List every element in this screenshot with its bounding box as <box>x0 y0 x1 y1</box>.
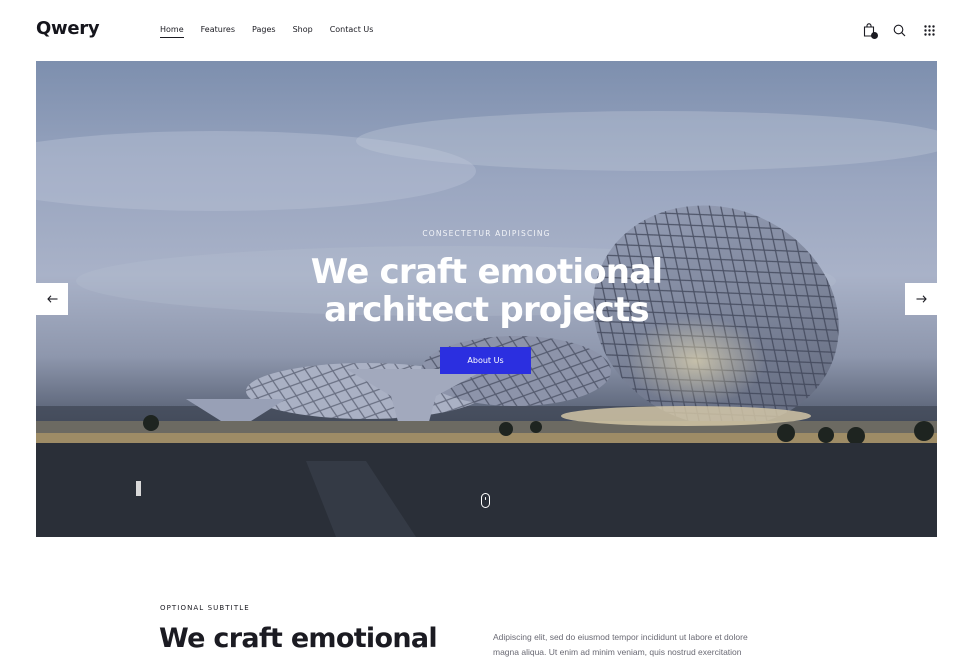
hero-slider: CONSECTETUR ADIPISCING We craft emotiona… <box>36 61 937 537</box>
nav-item-features[interactable]: Features <box>201 25 235 38</box>
slider-prev-button[interactable] <box>36 283 68 315</box>
main-nav: Home Features Pages Shop Contact Us <box>160 25 390 38</box>
hero-title-line-1: We craft emotional <box>310 252 663 292</box>
header-actions <box>861 22 937 39</box>
nav-item-pages[interactable]: Pages <box>252 25 276 38</box>
cart-icon[interactable] <box>861 22 878 39</box>
arrow-left-icon <box>46 295 57 303</box>
search-icon[interactable] <box>891 22 907 38</box>
logo[interactable]: Qwery <box>36 18 100 39</box>
slider-next-button[interactable] <box>905 283 937 315</box>
about-us-button[interactable]: About Us <box>440 347 531 374</box>
hero-title: We craft emotional architect projects <box>36 253 937 329</box>
section-description: Adipiscing elit, sed do eiusmod tempor i… <box>493 632 748 657</box>
site-header: Qwery Home Features Pages Shop Contact U… <box>0 0 972 61</box>
nav-item-home[interactable]: Home <box>160 25 184 38</box>
section-title: We craft emotional <box>159 623 438 654</box>
hero-overline: CONSECTETUR ADIPISCING <box>422 229 551 238</box>
grid-menu-icon[interactable] <box>921 22 937 38</box>
section-subtitle: OPTIONAL SUBTITLE <box>160 604 250 612</box>
cart-count-badge <box>871 32 878 39</box>
nav-item-shop[interactable]: Shop <box>293 25 313 38</box>
arrow-right-icon <box>916 295 927 303</box>
mouse-scroll-icon[interactable] <box>481 493 490 508</box>
hero-title-line-2: architect projects <box>324 290 650 330</box>
nav-item-contact-us[interactable]: Contact Us <box>330 25 374 38</box>
